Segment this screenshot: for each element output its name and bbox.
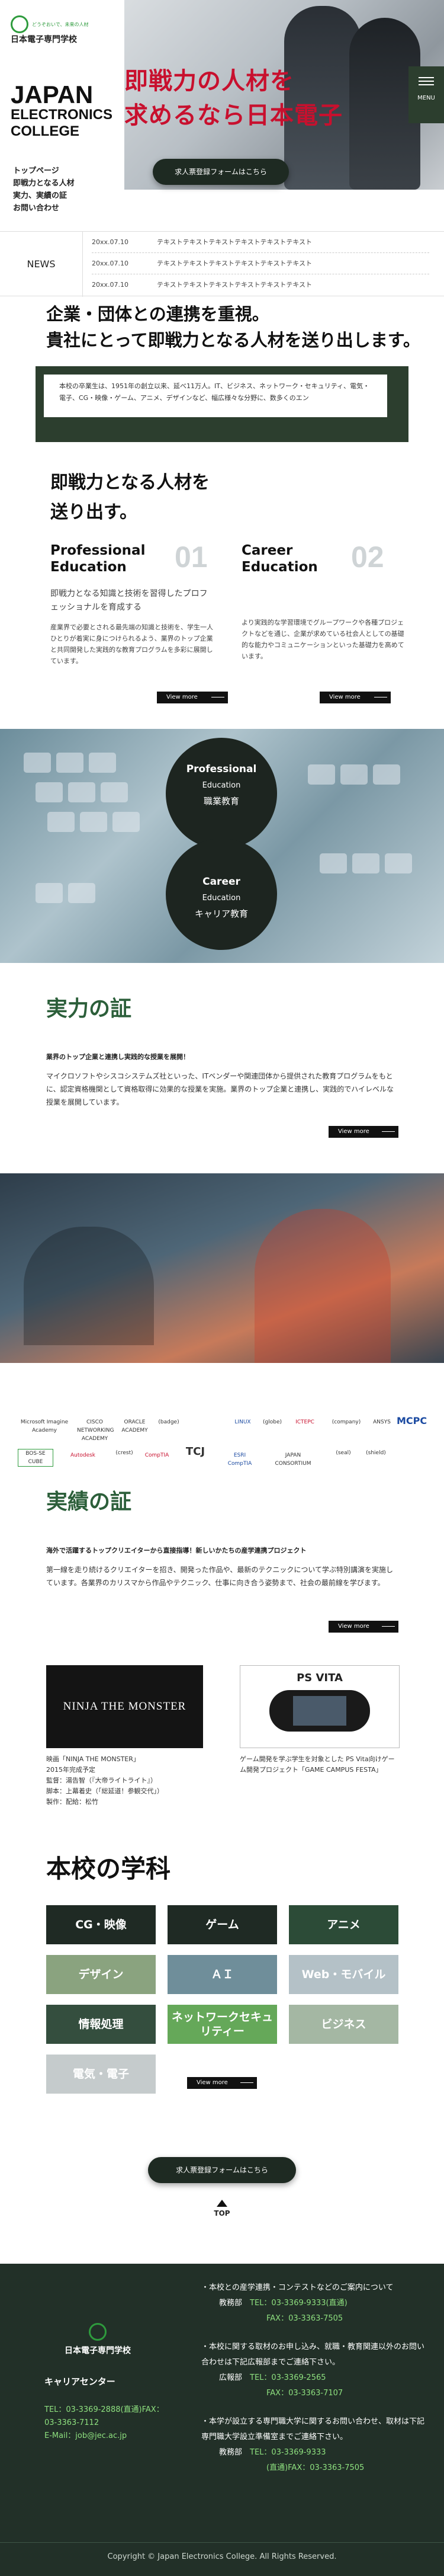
career-contact: TEL：03-3369-2888(直通)FAX： 03-3363-7112 E-Ma…	[44, 2405, 164, 2440]
partner-logo: (globe)	[263, 1419, 282, 1425]
work-caption: ゲーム開発を学ぶ学生を対象とした PS Vita向けゲーム開発プロジェクト「GA…	[240, 1755, 395, 1774]
psvita-image[interactable]: PS VITA	[240, 1665, 400, 1748]
students-photo	[0, 1173, 444, 1363]
view-more-button[interactable]: View more	[157, 692, 228, 703]
menu-button[interactable]: MENU	[408, 66, 444, 123]
partner-logo: (shield)	[366, 1450, 386, 1456]
view-more-button[interactable]: View more	[187, 2077, 257, 2089]
partner-logo: (badge)	[158, 1419, 179, 1425]
logo-name: 日本電子専門学校	[11, 35, 77, 44]
career-circle[interactable]: Career Education キャリア教育	[166, 839, 277, 950]
view-more-button[interactable]: View more	[320, 692, 391, 703]
side-nav-item[interactable]: トップページ	[13, 165, 114, 177]
partner-logo: CompTIA	[144, 1452, 169, 1458]
career-center-title: キャリアセンター	[44, 2376, 115, 2387]
partner-logo: BOS-SE CUBE	[18, 1449, 53, 1467]
partner-logo: TCJ	[185, 1445, 205, 1458]
news-item[interactable]: 20xx.07.10 テキストテキストテキストテキストテキストテキスト	[92, 274, 429, 296]
intro-title: 企業・団体との連携を重視。 貴社にとって即戦力となる人材を送り出します。	[46, 304, 420, 350]
column-body: 産業界で必要とされる最先端の知識と技術を、学生一人ひとりが着実に身につけられるよ…	[50, 623, 213, 665]
dept-button[interactable]: ビジネス	[289, 2005, 398, 2044]
footer: 日本電子専門学校 キャリアセンター TEL：03-3369-2888(直通)FA…	[0, 2264, 444, 2576]
partner-logo: JAPAN CONSORTIUM	[275, 1452, 311, 1467]
partner-logo: (crest)	[115, 1450, 133, 1456]
dept-button[interactable]: アニメ	[289, 1905, 398, 1944]
departments-title: 本校の学科	[46, 1854, 171, 1883]
logo-tagline: どうぞおいで、未来の人材	[32, 21, 89, 27]
work-caption: 映画「NINJA THE MONSTER」 2015年完成予定 監督：湯告智（『大…	[46, 1755, 163, 1806]
news-section: NEWS 20xx.07.10 テキストテキストテキストテキストテキストテキスト …	[0, 231, 444, 297]
dept-button[interactable]: デザイン	[46, 1955, 156, 1994]
partner-logo: CISCO NETWORKING ACADEMY	[77, 1419, 114, 1442]
intro-text: 本校の卒業生は、1951年の創立以来、延べ11万人。IT、ビジネス、ネットワーク…	[44, 375, 387, 417]
dept-button[interactable]: CG・映像	[46, 1905, 156, 1944]
dept-button[interactable]: 電気・電子	[46, 2055, 156, 2094]
professional-column: Professional Education 01 即戦力となる知識と技術を習得し…	[50, 540, 213, 667]
immediate-title: 即戦力となる人材を 送り出す。	[50, 472, 210, 523]
page-top-button[interactable]: TOP	[201, 2200, 243, 2217]
partner-logo: ORACLE ACADEMY	[121, 1419, 148, 1433]
hero-copy: 即戦力の人材を 求めるなら日本電子	[124, 68, 343, 129]
partner-logo: (seal)	[336, 1450, 351, 1456]
side-nav-item[interactable]: 即戦力となる人材	[13, 177, 114, 190]
column-body: より実践的な学習環境でグループワークや各種プロジェクトなどを通じ、企業が求めてい…	[242, 619, 404, 660]
column-number: 02	[351, 540, 384, 574]
partner-logo: ICTEPC	[295, 1419, 314, 1425]
partner-logo: Microsoft Imagine Academy	[20, 1419, 69, 1433]
proof-title: 実力の証	[46, 997, 132, 1021]
dept-button[interactable]: ネットワークセキュリティー	[168, 2005, 277, 2044]
side-nav-item[interactable]: お問い合わせ	[13, 202, 114, 215]
footer-info: ・本校との産学連携・コンテストなどのご案内について 教務部 TEL：03-336…	[201, 2283, 425, 2472]
news-item[interactable]: 20xx.07.10 テキストテキストテキストテキストテキストテキスト	[92, 253, 429, 274]
works-body: 第一線を走り続けるクリエイターを招き、開発った作品や、最新のテクニックについて学…	[46, 1566, 393, 1587]
logo[interactable]: どうぞおいで、未来の人材 日本電子専門学校	[11, 15, 99, 45]
view-more-button[interactable]: View more	[329, 1621, 398, 1633]
dept-button[interactable]: Web・モバイル	[289, 1955, 398, 1994]
partner-logo: MCPC	[397, 1415, 427, 1426]
logo-mark-icon	[11, 15, 28, 33]
copyright: Copyright © Japan Electronics College. A…	[107, 2552, 337, 2561]
partner-logos: Microsoft Imagine Academy CISCO NETWORKI…	[18, 1413, 427, 1479]
view-more-button[interactable]: View more	[329, 1126, 398, 1138]
proof-head: 業界のトップ企業と連携し実践的な授業を展開！	[46, 1053, 189, 1061]
partner-logo: Autodesk	[70, 1452, 96, 1458]
partner-logo: ESRI CompTIA	[227, 1452, 252, 1467]
professional-circle[interactable]: Professional Education 職業教育	[166, 738, 277, 849]
works-head: 海外で活躍するトップクリエイターから直接指導！新しいかたちの産学連携プロジェクト	[46, 1547, 307, 1554]
proof-body: マイクロソフトやシスコシステムズ社といった、ITベンダーや関連団体から提供された…	[46, 1072, 394, 1106]
job-form-button[interactable]: 求人票登録フォームはこちら	[153, 159, 289, 185]
works-title: 実績の証	[46, 1490, 132, 1514]
news-label: NEWS	[0, 232, 83, 297]
side-nav-item[interactable]: 実力、実績の証	[13, 190, 114, 202]
column-lead: 即戦力となる知識と技術を習得したプロフェッショナルを育成する	[50, 589, 208, 612]
footer-divider	[0, 2542, 444, 2543]
dept-button[interactable]: 情報処理	[46, 2005, 156, 2044]
career-column: Career Education 02 より実践的な学習環境でグループワークや各種…	[242, 540, 404, 662]
job-form-button[interactable]: 求人票登録フォームはこちら	[148, 2157, 296, 2183]
column-number: 01	[175, 540, 208, 574]
dept-button[interactable]: ＡＩ	[168, 1955, 277, 1994]
side-nav: トップページ 即戦力となる人材 実力、実績の証 お問い合わせ	[13, 165, 114, 215]
partner-logo: ANSYS	[373, 1419, 391, 1425]
news-item[interactable]: 20xx.07.10 テキストテキストテキストテキストテキストテキスト	[92, 232, 429, 253]
arrow-up-icon	[217, 2200, 227, 2207]
partner-logo: (company)	[332, 1419, 361, 1425]
footer-logo[interactable]: 日本電子専門学校	[53, 2323, 142, 2356]
partner-logo: LINUX	[234, 1419, 251, 1425]
side-title: JAPAN ELECTRONICS COLLEGE	[11, 81, 113, 140]
menu-label: MENU	[417, 95, 435, 101]
dept-button[interactable]: ゲーム	[168, 1905, 277, 1944]
ninja-movie-image[interactable]: NINJA THE MONSTER	[46, 1665, 203, 1748]
intro-box: 本校の卒業生は、1951年の創立以来、延べ11万人。IT、ビジネス、ネットワーク…	[36, 366, 408, 442]
